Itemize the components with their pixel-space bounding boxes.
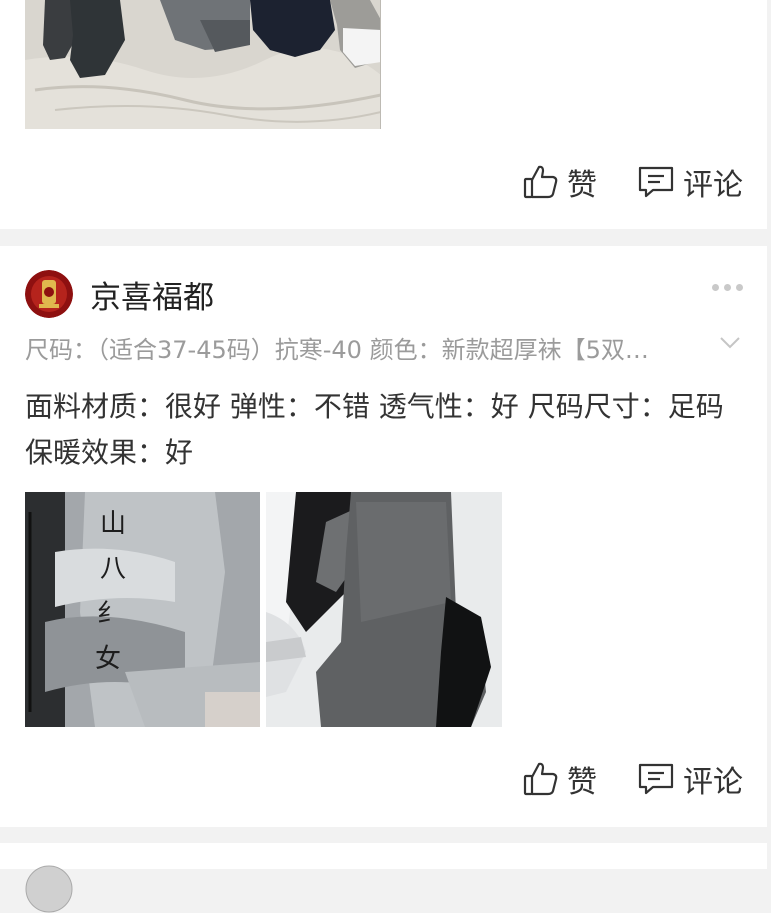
avatar[interactable] bbox=[25, 865, 73, 913]
review-text: 面料材质：很好 弹性：不错 透气性：好 尺码尺寸：足码 保暖效果：好 bbox=[25, 390, 724, 469]
svg-text:纟: 纟 bbox=[97, 599, 123, 629]
comment-icon bbox=[638, 763, 674, 795]
thumbs-up-icon bbox=[523, 165, 558, 199]
review-card-previous: 赞 评论 bbox=[0, 0, 767, 229]
review-photo-socks[interactable] bbox=[25, 0, 381, 129]
comment-icon bbox=[638, 166, 674, 198]
svg-text:女: 女 bbox=[95, 644, 121, 674]
review-card: 京喜福都 尺码：（适合37-45码）抗寒-40 颜色：新款超厚袜【5双… 面料材… bbox=[0, 246, 767, 827]
review-card-next bbox=[0, 843, 767, 913]
like-label: 赞 bbox=[567, 765, 597, 800]
username[interactable]: 京喜福都 bbox=[90, 272, 214, 317]
comment-label: 评论 bbox=[683, 765, 743, 800]
comment-button[interactable]: 评论 bbox=[637, 757, 743, 801]
review-photo-sock[interactable] bbox=[266, 492, 502, 727]
more-dots-icon[interactable] bbox=[712, 284, 743, 291]
chevron-down-icon[interactable] bbox=[719, 336, 741, 350]
comment-label: 评论 bbox=[683, 168, 743, 203]
top-card-actions: 赞 评论 bbox=[523, 160, 743, 204]
thumbs-up-icon bbox=[523, 762, 558, 796]
review-actions: 赞 评论 bbox=[523, 757, 743, 801]
comment-button[interactable]: 评论 bbox=[637, 160, 743, 204]
like-button[interactable]: 赞 bbox=[523, 757, 597, 801]
review-photo-package[interactable]: 山 八 纟 女 bbox=[25, 492, 260, 727]
like-label: 赞 bbox=[567, 168, 597, 203]
like-button[interactable]: 赞 bbox=[523, 160, 597, 204]
svg-text:山: 山 bbox=[100, 509, 126, 539]
avatar[interactable] bbox=[25, 270, 73, 318]
svg-text:八: 八 bbox=[100, 554, 126, 584]
review-header: 京喜福都 bbox=[25, 270, 214, 318]
purchase-spec: 尺码：（适合37-45码）抗寒-40 颜色：新款超厚袜【5双… bbox=[25, 336, 649, 364]
